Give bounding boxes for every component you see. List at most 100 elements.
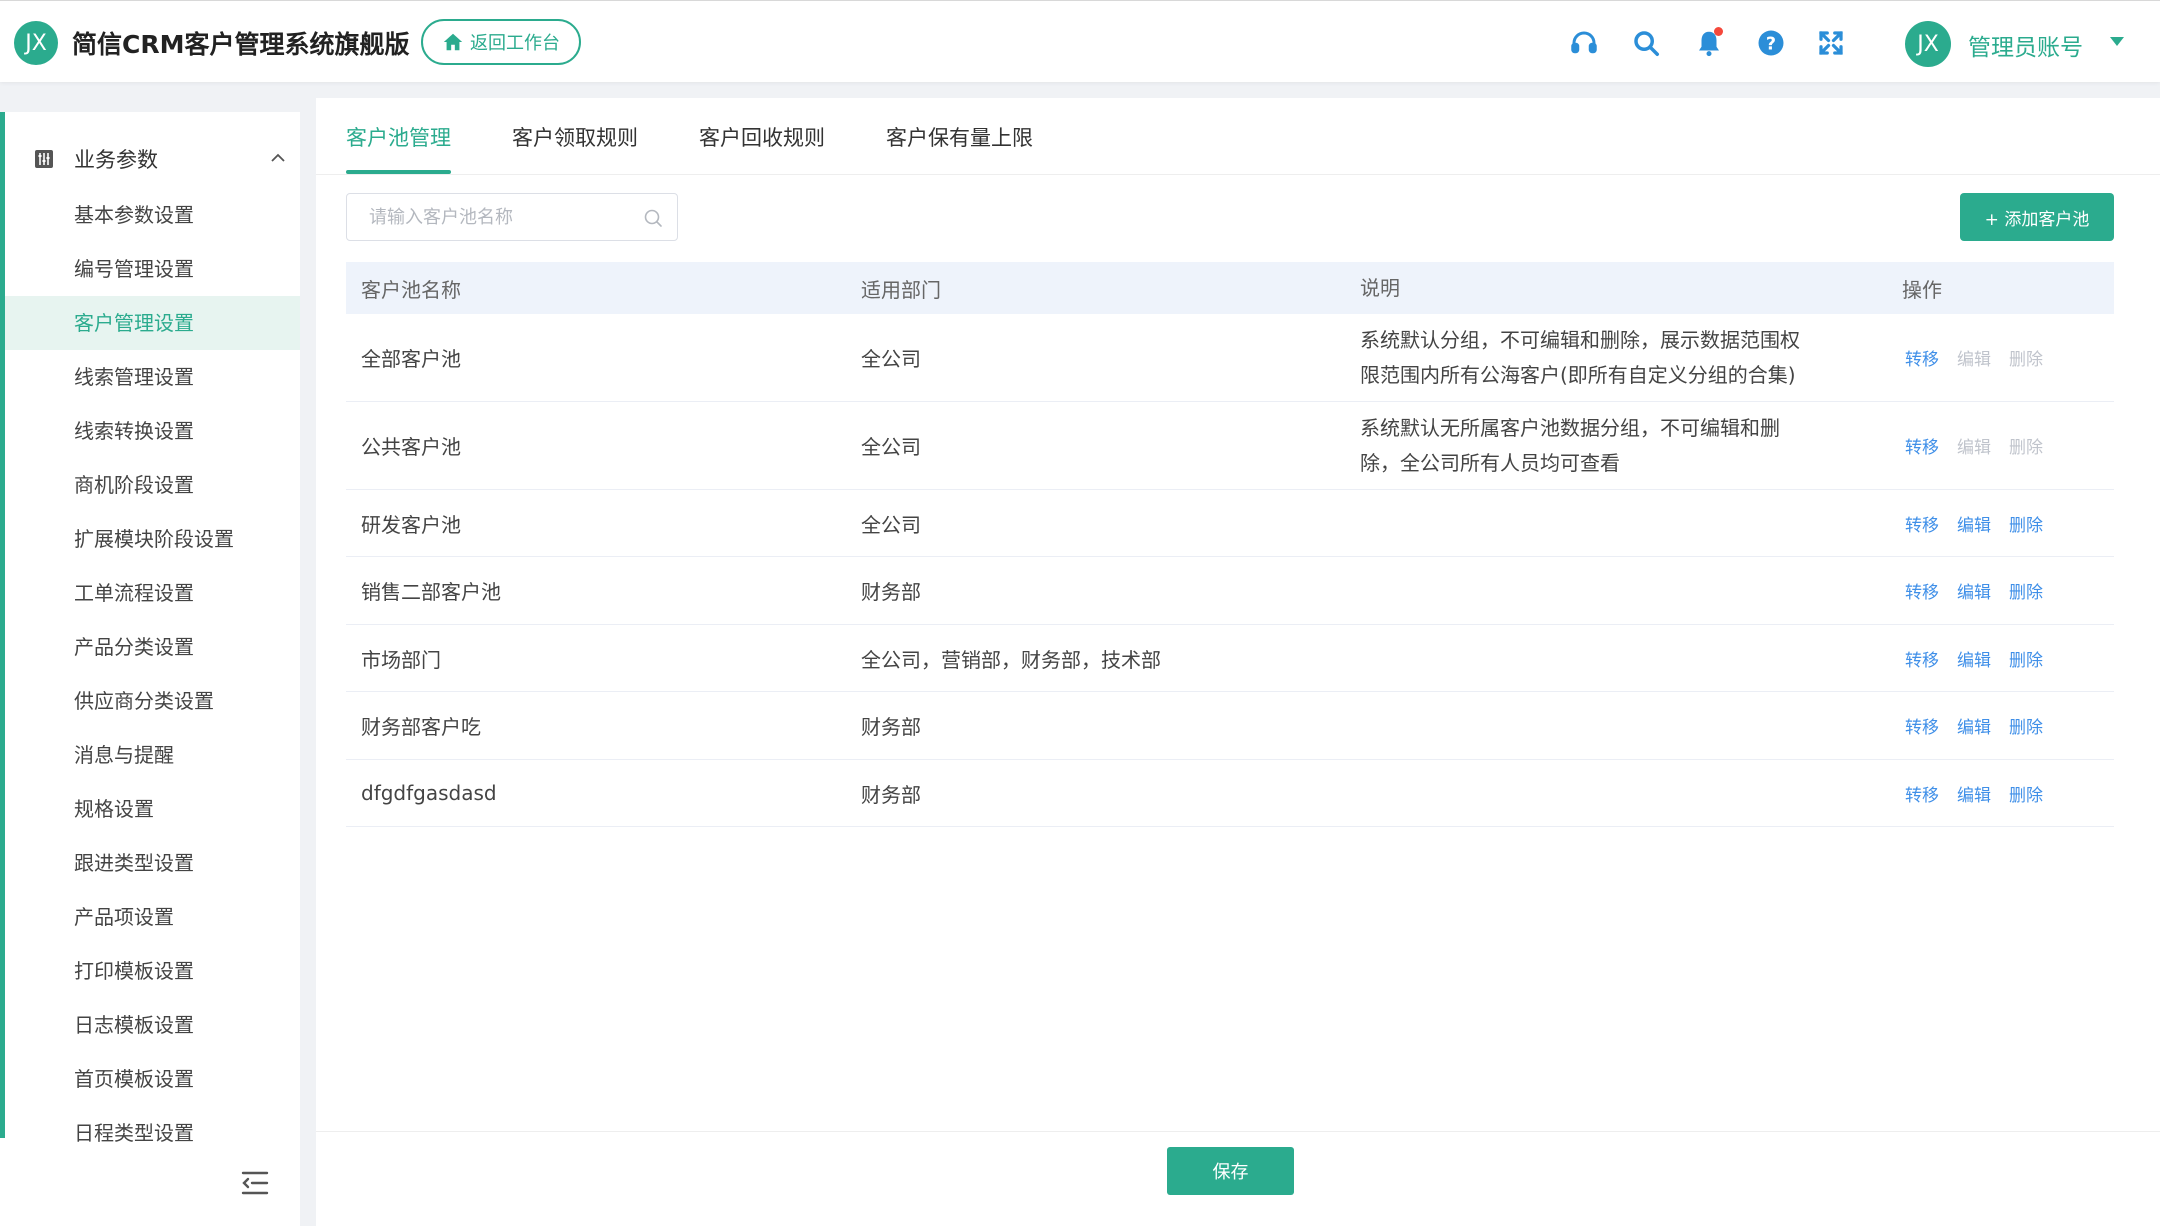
pool-dept-cell: 全公司 [861,347,921,371]
search-box [346,193,678,241]
edit-link[interactable]: 编辑 [1957,713,1991,738]
user-name[interactable]: 管理员账号 [1968,28,2083,62]
table-row: 财务部客户吃 财务部 转移 编辑 删除 [346,692,2114,760]
main-panel: 客户池管理 客户领取规则 客户回收规则 客户保有量上限 + 添加客户池 客户池名… [316,98,2160,1226]
sidebar-item-lead-management[interactable]: 线索管理设置 [5,350,300,404]
pool-name-cell: 财务部客户吃 [361,715,481,739]
pool-search-input[interactable] [347,194,627,240]
ops-header-label: 操作 [1902,277,1942,302]
search-icon[interactable] [643,208,663,228]
table-row: 研发客户池 全公司 转移 编辑 删除 [346,490,2114,557]
edit-link-disabled: 编辑 [1957,438,1991,458]
delete-link-disabled: 删除 [2009,350,2043,370]
add-pool-button[interactable]: + 添加客户池 [1960,193,2114,241]
sidebar-item-extension-stage[interactable]: 扩展模块阶段设置 [5,512,300,566]
column-header-dept: 适用部门 [861,277,941,302]
transfer-link[interactable]: 转移 [1905,511,1939,536]
tab-claim-rules[interactable]: 客户领取规则 [512,98,638,174]
sidebar-item-specs[interactable]: 规格设置 [5,782,300,836]
sidebar-item-home-template[interactable]: 首页模板设置 [5,1052,300,1106]
delete-link[interactable]: 删除 [2009,713,2043,738]
sidebar-item-log-template[interactable]: 日志模板设置 [5,998,300,1052]
search-icon[interactable] [1630,27,1662,59]
transfer-link[interactable]: 转移 [1905,781,1939,806]
sidebar-item-product-items[interactable]: 产品项设置 [5,890,300,944]
sidebar-item-lead-conversion[interactable]: 线索转换设置 [5,404,300,458]
pool-name-cell: 公共客户池 [361,435,461,459]
delete-link[interactable]: 删除 [2009,781,2043,806]
svg-text:?: ? [1766,34,1776,54]
pool-ops-cell: 转移 编辑 删除 [1890,511,2114,536]
user-avatar[interactable]: JX [1905,21,1951,67]
pool-ops-cell: 转移 编辑 删除 [1890,578,2114,603]
pool-dept-cell: 财务部 [861,580,921,604]
edit-link[interactable]: 编辑 [1957,511,1991,536]
pool-name-cell: 销售二部客户池 [361,580,501,604]
sidebar-item-opportunity-stage[interactable]: 商机阶段设置 [5,458,300,512]
delete-link[interactable]: 删除 [2009,646,2043,671]
tab-recycle-rules[interactable]: 客户回收规则 [699,98,825,174]
transfer-link[interactable]: 转移 [1905,578,1939,603]
pool-name-cell: 全部客户池 [361,347,461,371]
sidebar-menu: 基本参数设置 编号管理设置 客户管理设置 线索管理设置 线索转换设置 商机阶段设… [5,188,300,1160]
tab-customer-pool[interactable]: 客户池管理 [346,98,451,174]
pool-name-cell: 市场部门 [361,647,441,672]
sidebar-item-followup-type[interactable]: 跟进类型设置 [5,836,300,890]
tabs-divider [316,174,2160,175]
edit-link[interactable]: 编辑 [1957,781,1991,806]
edit-link[interactable]: 编辑 [1957,646,1991,671]
chevron-up-icon [271,153,285,162]
sidebar-item-supplier-category[interactable]: 供应商分类设置 [5,674,300,728]
transfer-link[interactable]: 转移 [1905,713,1939,738]
desc-line: 除，全公司所有人员均可查看 [1360,450,1620,475]
sidebar: 业务参数 基本参数设置 编号管理设置 客户管理设置 线索管理设置 线索转换设置 … [0,112,300,1226]
pool-dept-cell: 财务部 [861,715,921,739]
back-to-workbench-button[interactable]: 返回工作台 [421,19,581,65]
user-menu-caret-icon[interactable] [2110,37,2124,46]
delete-link[interactable]: 删除 [2009,511,2043,536]
sidebar-item-messages[interactable]: 消息与提醒 [5,728,300,782]
pool-desc-cell: 系统默认无所属客户池数据分组，不可编辑和删 除，全公司所有人员均可查看 [1345,411,1890,481]
edit-link-disabled: 编辑 [1957,350,1991,370]
table-header: 客户池名称 适用部门 说明 操作 [346,262,2114,314]
sidebar-item-product-category[interactable]: 产品分类设置 [5,620,300,674]
column-header-desc: 说明 [1360,275,1400,300]
fullscreen-icon[interactable] [1815,27,1847,59]
sidebar-item-customer-management[interactable]: 客户管理设置 [5,296,300,350]
desc-line: 限范围内所有公海客户(即所有自定义分组的合集) [1360,362,1796,387]
pool-ops-cell: 转移 编辑 删除 [1890,646,2114,671]
pool-name-cell: dfgdfgasdasd [361,781,497,805]
sidebar-item-print-template[interactable]: 打印模板设置 [5,944,300,998]
sidebar-item-numbering[interactable]: 编号管理设置 [5,242,300,296]
sidebar-item-schedule-type[interactable]: 日程类型设置 [5,1106,300,1160]
transfer-link[interactable]: 转移 [1905,433,1939,458]
transfer-link[interactable]: 转移 [1905,345,1939,370]
collapse-menu-icon[interactable] [240,1170,270,1196]
save-button[interactable]: 保存 [1167,1147,1294,1195]
sidebar-item-workorder-flow[interactable]: 工单流程设置 [5,566,300,620]
column-header-name: 客户池名称 [361,277,461,302]
sidebar-item-basic-params[interactable]: 基本参数设置 [5,188,300,242]
sidebar-group-business-params[interactable]: 业务参数 [34,134,294,184]
back-to-workbench-label: 返回工作台 [470,33,560,54]
home-icon [443,33,463,51]
tab-bar: 客户池管理 客户领取规则 客户回收规则 客户保有量上限 [346,98,1094,174]
pool-dept-cell: 财务部 [861,782,921,807]
table-row: 公共客户池 全公司 系统默认无所属客户池数据分组，不可编辑和删 除，全公司所有人员… [346,402,2114,490]
delete-link-disabled: 删除 [2009,438,2043,458]
pool-table: 客户池名称 适用部门 说明 操作 全部客户池 全公司 系统默认分组，不可编辑和删… [346,262,2114,827]
tab-retention-limit[interactable]: 客户保有量上限 [886,98,1033,174]
headset-icon[interactable] [1568,27,1600,59]
pool-dept-cell: 全公司，营销部，财务部，技术部 [861,647,1161,672]
transfer-link[interactable]: 转移 [1905,646,1939,671]
bell-icon[interactable] [1693,27,1725,59]
help-icon[interactable]: ? [1755,27,1787,59]
pool-ops-cell: 转移 编辑 删除 [1890,433,2114,458]
edit-link[interactable]: 编辑 [1957,578,1991,603]
pool-name-cell: 研发客户池 [361,512,461,537]
pool-dept-cell: 全公司 [861,435,921,459]
delete-link[interactable]: 删除 [2009,578,2043,603]
notification-dot [1714,27,1723,36]
top-header: JX 简信CRM客户管理系统旗舰版 返回工作台 ? JX 管理员账号 [0,0,2160,82]
app-logo: JX [14,21,58,65]
